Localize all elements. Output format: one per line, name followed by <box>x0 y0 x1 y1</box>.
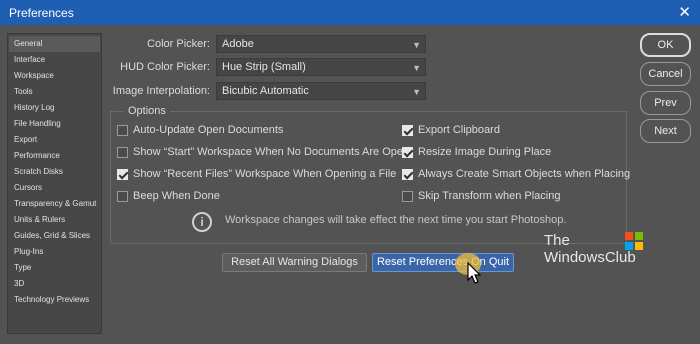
checkbox-export-clipboard-icon[interactable] <box>402 125 413 136</box>
cancel-button[interactable]: Cancel <box>640 62 691 86</box>
ok-button[interactable]: OK <box>640 33 691 57</box>
sidebar-item-units-rulers[interactable]: Units & Rulers <box>9 212 100 228</box>
close-icon[interactable]: ✕ <box>678 3 691 21</box>
checkbox-resize-image-icon[interactable] <box>402 147 413 158</box>
image-interpolation-value: Bicubic Automatic <box>222 85 309 97</box>
resize-image-label[interactable]: Resize Image During Place <box>418 146 551 158</box>
hud-color-picker-value: Hue Strip (Small) <box>222 61 306 73</box>
reset-warning-dialogs-button[interactable]: Reset All Warning Dialogs <box>222 253 367 272</box>
sidebar-item-general[interactable]: General <box>9 36 100 52</box>
preferences-sidebar: General Interface Workspace Tools Histor… <box>7 33 102 334</box>
options-legend: Options <box>124 105 170 117</box>
mouse-cursor-icon <box>467 262 482 284</box>
sidebar-item-plug-ins[interactable]: Plug-Ins <box>9 244 100 260</box>
image-interpolation-label: Image Interpolation: <box>112 85 210 97</box>
sidebar-item-export[interactable]: Export <box>9 132 100 148</box>
next-button[interactable]: Next <box>640 119 691 143</box>
sidebar-item-3d[interactable]: 3D <box>9 276 100 292</box>
color-picker-select[interactable]: Adobe ▼ <box>216 35 426 53</box>
show-recent-label[interactable]: Show “Recent Files” Workspace When Openi… <box>133 168 396 180</box>
sidebar-item-technology-previews[interactable]: Technology Previews <box>9 292 100 308</box>
watermark-line1: The <box>544 232 570 249</box>
checkbox-beep-icon[interactable] <box>117 191 128 202</box>
chevron-down-icon: ▼ <box>412 87 421 97</box>
sidebar-item-tools[interactable]: Tools <box>9 84 100 100</box>
export-clipboard-label[interactable]: Export Clipboard <box>418 124 500 136</box>
prev-button[interactable]: Prev <box>640 91 691 115</box>
skip-transform-label[interactable]: Skip Transform when Placing <box>418 190 560 202</box>
hud-color-picker-select[interactable]: Hue Strip (Small) ▼ <box>216 58 426 76</box>
hud-color-picker-label: HUD Color Picker: <box>120 61 210 73</box>
chevron-down-icon: ▼ <box>412 63 421 73</box>
title-bar: Preferences ✕ <box>0 0 700 25</box>
color-picker-label: Color Picker: <box>147 38 210 50</box>
sidebar-item-performance[interactable]: Performance <box>9 148 100 164</box>
beep-when-done-label[interactable]: Beep When Done <box>133 190 220 202</box>
sidebar-item-history-log[interactable]: History Log <box>9 100 100 116</box>
color-picker-value: Adobe <box>222 38 254 50</box>
checkbox-show-recent-icon[interactable] <box>117 169 128 180</box>
checkbox-smart-objects-icon[interactable] <box>402 169 413 180</box>
windows-logo-icon <box>625 232 643 250</box>
sidebar-item-cursors[interactable]: Cursors <box>9 180 100 196</box>
show-start-label[interactable]: Show “Start” Workspace When No Documents… <box>133 146 409 158</box>
window-title: Preferences <box>9 6 74 20</box>
auto-update-label[interactable]: Auto-Update Open Documents <box>133 124 283 136</box>
watermark-line2: WindowsClub <box>544 249 636 266</box>
sidebar-item-type[interactable]: Type <box>9 260 100 276</box>
reset-preferences-button[interactable]: Reset Preferences On Quit <box>372 253 514 272</box>
sidebar-item-workspace[interactable]: Workspace <box>9 68 100 84</box>
sidebar-item-scratch-disks[interactable]: Scratch Disks <box>9 164 100 180</box>
workspace-info-text: Workspace changes will take effect the n… <box>225 214 567 226</box>
sidebar-item-guides-grid-slices[interactable]: Guides, Grid & Slices <box>9 228 100 244</box>
checkbox-auto-update-icon[interactable] <box>117 125 128 136</box>
sidebar-item-file-handling[interactable]: File Handling <box>9 116 100 132</box>
checkbox-show-start-icon[interactable] <box>117 147 128 158</box>
smart-objects-label[interactable]: Always Create Smart Objects when Placing <box>418 168 630 180</box>
sidebar-item-transparency-gamut[interactable]: Transparency & Gamut <box>9 196 100 212</box>
chevron-down-icon: ▼ <box>412 40 421 50</box>
info-icon: i <box>192 212 212 232</box>
checkbox-skip-transform-icon[interactable] <box>402 191 413 202</box>
image-interpolation-select[interactable]: Bicubic Automatic ▼ <box>216 82 426 100</box>
sidebar-item-interface[interactable]: Interface <box>9 52 100 68</box>
